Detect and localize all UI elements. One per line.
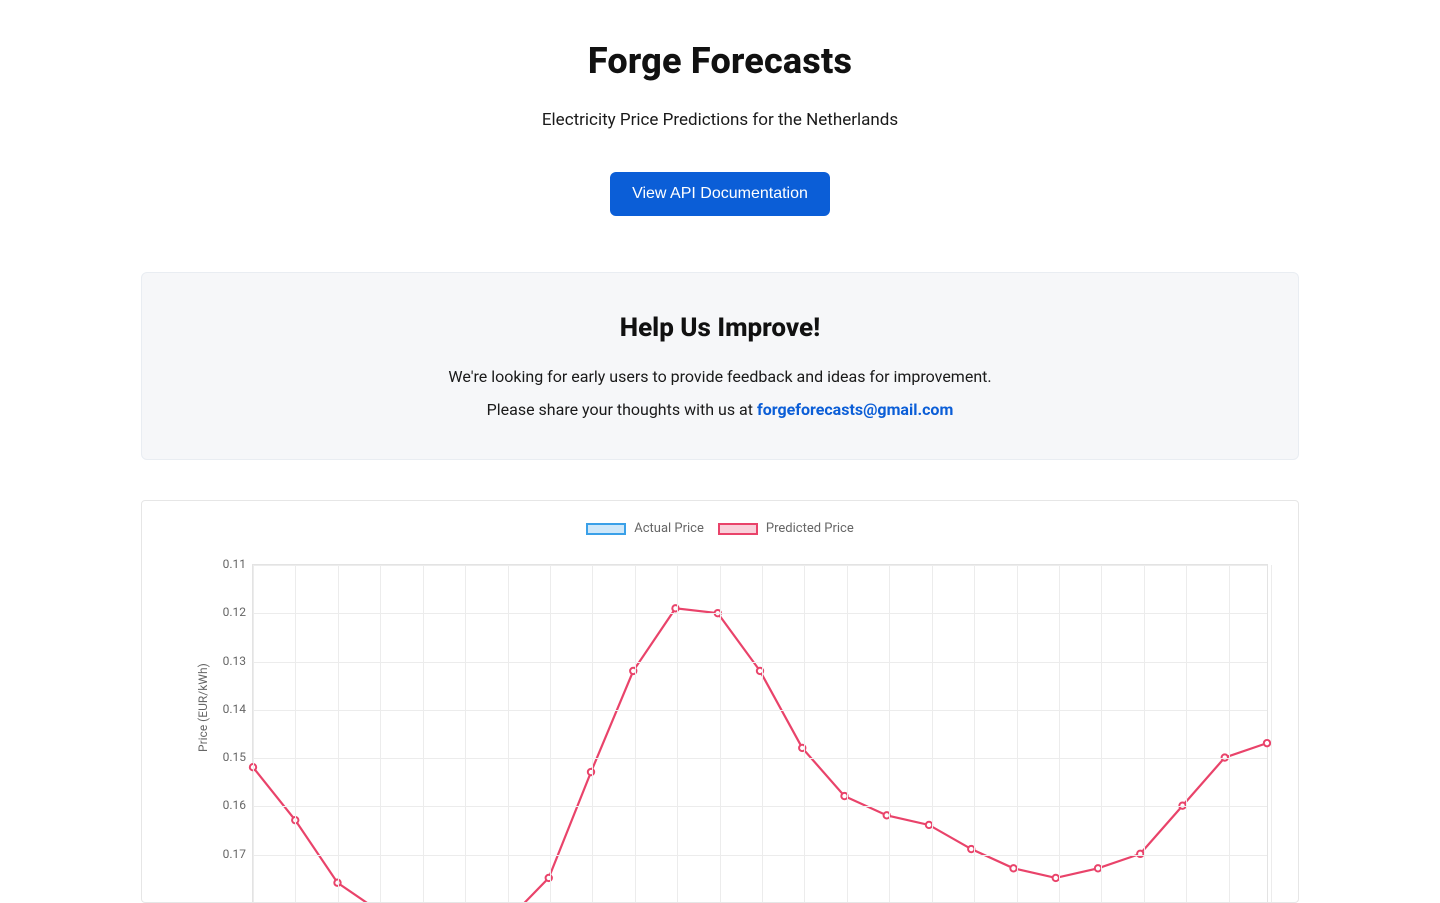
chart-y-tick: 0.12 — [216, 605, 246, 619]
chart-y-axis-title: Price (EUR/kWh) — [196, 663, 210, 752]
chart-y-tick: 0.11 — [216, 557, 246, 571]
chart-y-tick: 0.17 — [216, 847, 246, 861]
chart-y-tick: 0.14 — [216, 702, 246, 716]
feedback-title: Help Us Improve! — [174, 313, 1266, 343]
page-subtitle: Electricity Price Predictions for the Ne… — [0, 110, 1440, 130]
legend-swatch-predicted-icon — [718, 523, 758, 535]
chart-y-tick: 0.16 — [216, 798, 246, 812]
feedback-email-line: Please share your thoughts with us at fo… — [174, 400, 1266, 419]
feedback-share-prefix: Please share your thoughts with us at — [487, 400, 757, 419]
legend-item-actual[interactable]: Actual Price — [586, 521, 704, 536]
chart-y-tick: 0.13 — [216, 654, 246, 668]
view-api-docs-button[interactable]: View API Documentation — [610, 172, 830, 216]
feedback-text: We're looking for early users to provide… — [174, 367, 1266, 386]
legend-item-predicted[interactable]: Predicted Price — [718, 521, 854, 536]
chart: Price (EUR/kWh) 0.17 0.16 0.15 0.14 0.13 0.12… — [162, 542, 1278, 902]
chart-y-tick: 0.15 — [216, 750, 246, 764]
chart-card: Actual Price Predicted Price Price (EUR/… — [141, 500, 1299, 903]
feedback-card: Help Us Improve! We're looking for early… — [141, 272, 1299, 460]
legend-swatch-actual-icon — [586, 523, 626, 535]
feedback-email-link[interactable]: forgeforecasts@gmail.com — [757, 400, 953, 419]
legend-label-actual: Actual Price — [634, 521, 704, 536]
chart-legend: Actual Price Predicted Price — [162, 521, 1278, 536]
legend-label-predicted: Predicted Price — [766, 521, 854, 536]
page-title: Forge Forecasts — [0, 40, 1440, 82]
